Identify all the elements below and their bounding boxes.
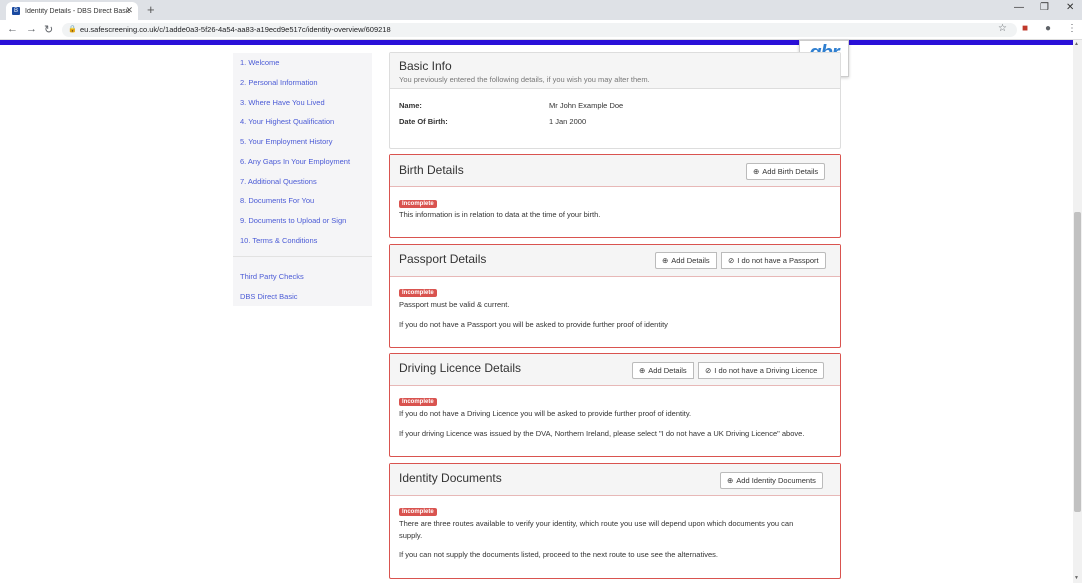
scroll-down-icon[interactable]: ▼	[1074, 575, 1079, 581]
birth-details-panel: Birth Details ⊕ Add Birth Details Incompl…	[389, 154, 841, 238]
basic-info-subtitle: You previously entered the following det…	[399, 75, 650, 84]
identity-documents-panel: Identity Documents ⊕ Add Identity Documen…	[389, 463, 841, 579]
name-value: Mr John Example Doe	[549, 101, 624, 110]
status-badge: Incomplete	[399, 200, 437, 208]
status-badge: Incomplete	[399, 398, 437, 406]
plus-circle-icon: ⊕	[727, 476, 734, 485]
identity-text-2: If you can not supply the documents list…	[399, 550, 718, 559]
dob-value: 1 Jan 2000	[549, 117, 587, 126]
ban-icon: ⊘	[728, 256, 735, 265]
add-licence-details-button[interactable]: ⊕ Add Details	[632, 362, 694, 379]
no-passport-button[interactable]: ⊘ I do not have a Passport	[721, 252, 826, 269]
sidebar-item-where-have-you-lived[interactable]: 3. Where Have You Lived	[240, 98, 325, 107]
scroll-up-icon[interactable]: ▲	[1074, 41, 1079, 47]
sidebar-item-documents-for-you[interactable]: 8. Documents For You	[240, 196, 314, 205]
browser-tab[interactable]: B Identity Details - DBS Direct Basic ✕	[6, 2, 138, 20]
sidebar-item-additional-questions[interactable]: 7. Additional Questions	[240, 177, 317, 186]
identity-text-1a: There are three routes available to veri…	[399, 519, 794, 528]
tab-title: Identity Details - DBS Direct Basic	[25, 7, 130, 15]
driving-licence-panel: Driving Licence Details ⊕ Add Details ⊘ I …	[389, 353, 841, 457]
plus-circle-icon: ⊕	[753, 167, 760, 176]
status-badge: Incomplete	[399, 289, 437, 297]
sidebar-item-terms-conditions[interactable]: 10. Terms & Conditions	[240, 236, 317, 245]
ban-icon: ⊘	[705, 366, 712, 375]
sidebar-divider	[233, 256, 372, 257]
sidebar-item-employment-gaps[interactable]: 6. Any Gaps In Your Employment	[240, 157, 350, 166]
back-icon[interactable]: ←	[7, 23, 18, 35]
identity-documents-header: Identity Documents ⊕ Add Identity Documen…	[390, 464, 840, 496]
sidebar-item-personal-information[interactable]: 2. Personal Information	[240, 78, 318, 87]
driving-licence-title: Driving Licence Details	[399, 361, 522, 375]
menu-icon[interactable]: ⋮	[1067, 23, 1077, 34]
reload-icon[interactable]: ↻	[44, 23, 53, 36]
passport-text-2: If you do not have a Passport you will b…	[399, 320, 668, 329]
birth-details-header: Birth Details ⊕ Add Birth Details	[390, 155, 840, 187]
close-window-icon[interactable]: ✕	[1066, 2, 1074, 13]
add-passport-details-button[interactable]: ⊕ Add Details	[655, 252, 717, 269]
sidebar-item-employment-history[interactable]: 5. Your Employment History	[240, 137, 333, 146]
extension-icon[interactable]: ■	[1022, 23, 1028, 34]
name-label: Name:	[399, 101, 422, 110]
sidebar-item-third-party-checks[interactable]: Third Party Checks	[240, 272, 304, 281]
passport-text-1: Passport must be valid & current.	[399, 300, 510, 309]
plus-circle-icon: ⊕	[662, 256, 669, 265]
identity-documents-title: Identity Documents	[399, 471, 502, 485]
page-scrollbar[interactable]: ▲ ▼	[1073, 40, 1082, 583]
birth-details-title: Birth Details	[399, 163, 464, 177]
passport-details-title: Passport Details	[399, 252, 487, 266]
sidebar-item-dbs-direct-basic[interactable]: DBS Direct Basic	[240, 292, 298, 301]
sidebar-item-documents-upload-sign[interactable]: 9. Documents to Upload or Sign	[240, 216, 346, 225]
url-field[interactable]: 🔒 eu.safescreening.co.uk/c/1adde0a3-5f26…	[62, 23, 1017, 37]
add-birth-details-button[interactable]: ⊕ Add Birth Details	[746, 163, 826, 180]
scroll-thumb[interactable]	[1074, 212, 1081, 512]
minimize-icon[interactable]: —	[1014, 2, 1024, 13]
status-badge: Incomplete	[399, 508, 437, 516]
add-identity-documents-button[interactable]: ⊕ Add Identity Documents	[720, 472, 823, 489]
basic-info-title: Basic Info	[399, 59, 452, 73]
steps-sidebar: 1. Welcome 2. Personal Information 3. Wh…	[233, 53, 372, 306]
profile-icon[interactable]: ●	[1045, 23, 1051, 34]
licence-text-2: If your driving Licence was issued by th…	[399, 429, 805, 438]
basic-info-panel: Basic Info You previously entered the fo…	[389, 52, 841, 149]
sidebar-item-highest-qualification[interactable]: 4. Your Highest Qualification	[240, 117, 334, 126]
forward-icon[interactable]: →	[26, 23, 37, 35]
header-accent-bar	[0, 40, 1073, 45]
driving-licence-header: Driving Licence Details ⊕ Add Details ⊘ I …	[390, 354, 840, 386]
bookmark-star-icon[interactable]: ☆	[998, 23, 1007, 34]
address-bar-row: ← → ↻ 🔒 eu.safescreening.co.uk/c/1adde0a…	[0, 20, 1082, 40]
new-tab-icon[interactable]: +	[147, 2, 155, 17]
dob-label: Date Of Birth:	[399, 117, 448, 126]
sidebar-item-welcome[interactable]: 1. Welcome	[240, 58, 279, 67]
restore-icon[interactable]: ❐	[1040, 2, 1049, 13]
lock-icon: 🔒	[68, 26, 77, 33]
birth-details-text: This information is in relation to data …	[399, 210, 601, 219]
no-driving-licence-button[interactable]: ⊘ I do not have a Driving Licence	[698, 362, 825, 379]
basic-info-header: Basic Info You previously entered the fo…	[390, 53, 840, 89]
plus-circle-icon: ⊕	[639, 366, 646, 375]
passport-details-header: Passport Details ⊕ Add Details ⊘ I do not …	[390, 245, 840, 277]
identity-text-1b: supply.	[399, 531, 423, 540]
close-tab-icon[interactable]: ✕	[125, 5, 133, 16]
url-text: eu.safescreening.co.uk/c/1adde0a3-5f26-4…	[80, 25, 391, 34]
licence-text-1: If you do not have a Driving Licence you…	[399, 409, 692, 418]
favicon-icon: B	[12, 7, 20, 15]
passport-details-panel: Passport Details ⊕ Add Details ⊘ I do not …	[389, 244, 841, 348]
browser-tabstrip: B Identity Details - DBS Direct Basic ✕ …	[0, 0, 1082, 20]
